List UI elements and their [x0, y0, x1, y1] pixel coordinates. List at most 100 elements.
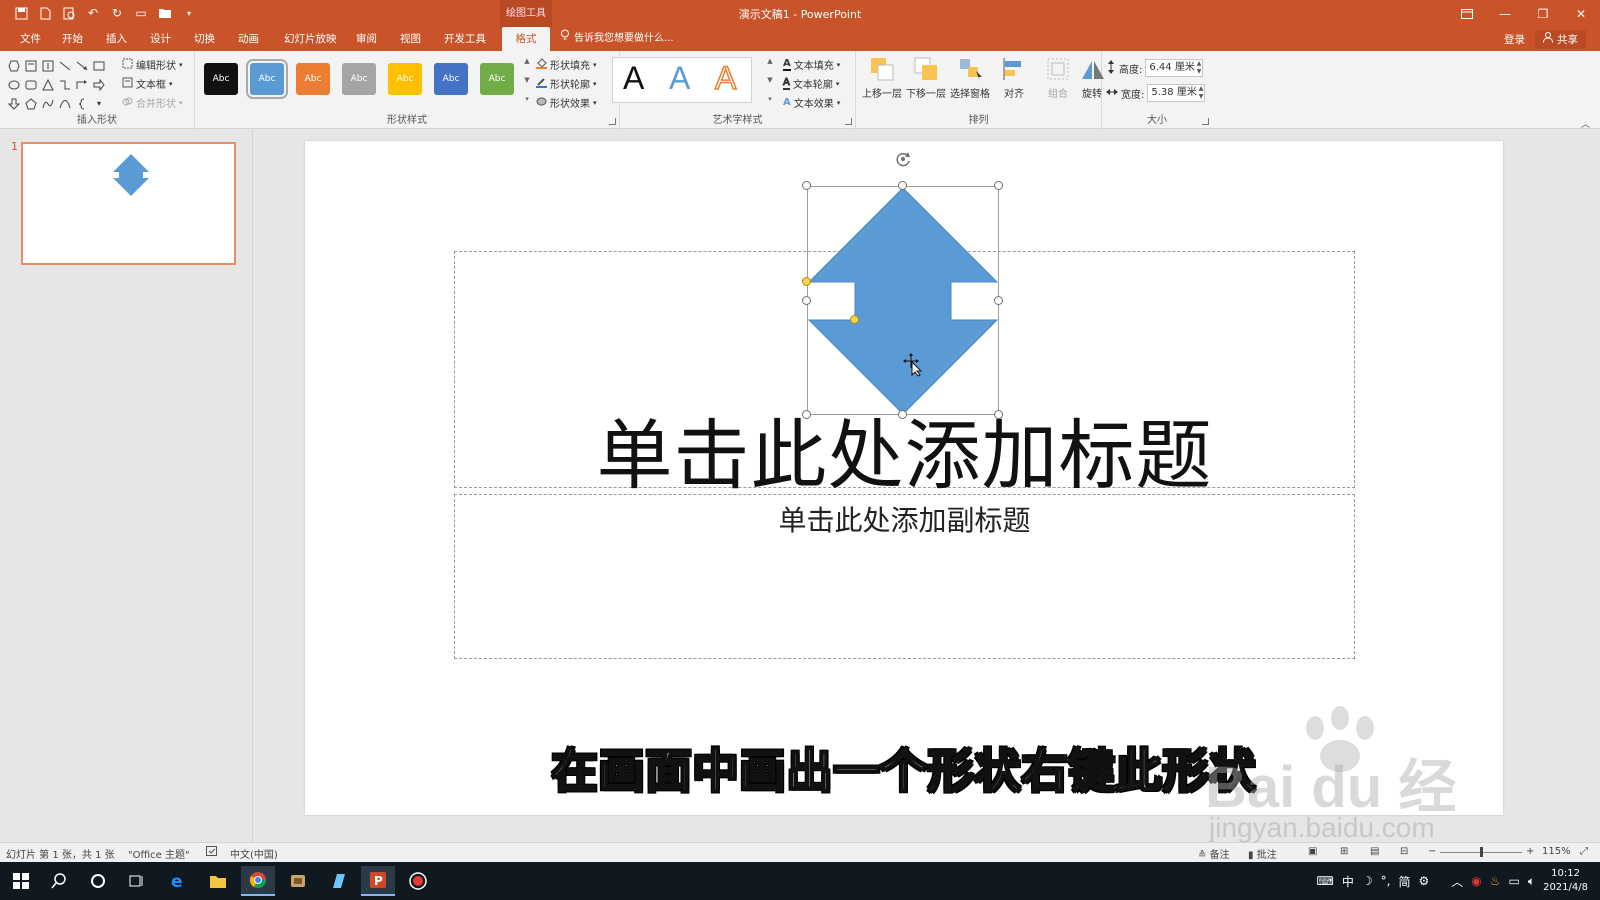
- record-icon[interactable]: ◉: [1471, 874, 1481, 888]
- resize-handle-top-right[interactable]: [994, 181, 1003, 190]
- chevron-up-icon[interactable]: ▲: [524, 57, 529, 65]
- shape-textbox-icon[interactable]: [23, 57, 39, 74]
- send-backward-button[interactable]: 下移一层: [904, 55, 948, 100]
- chevron-up-icon[interactable]: ︿: [1451, 873, 1463, 890]
- normal-view-icon[interactable]: ▣: [1308, 846, 1317, 857]
- gallery-more-icon[interactable]: ▾: [768, 95, 772, 103]
- task-view-icon[interactable]: [120, 866, 154, 896]
- start-slideshow-icon[interactable]: ▭: [132, 4, 150, 22]
- shape-vertical-textbox-icon[interactable]: [40, 57, 56, 74]
- shape-style-thumb[interactable]: Abc: [480, 63, 514, 95]
- shape-elbow-arrow-icon[interactable]: [74, 76, 90, 93]
- resize-handle-right[interactable]: [994, 296, 1003, 305]
- text-effects-button[interactable]: A 文本效果 ▾: [783, 95, 840, 110]
- text-outline-button[interactable]: A 文本轮廓 ▾: [783, 76, 840, 92]
- zoom-slider-thumb[interactable]: [1480, 847, 1483, 857]
- punctuation-icon[interactable]: °,: [1381, 874, 1391, 888]
- shape-brace-icon[interactable]: [74, 95, 90, 112]
- shape-rectangle-icon[interactable]: [91, 57, 107, 74]
- ime-mode-indicator[interactable]: 中: [1342, 873, 1354, 890]
- close-icon[interactable]: ✕: [1562, 0, 1600, 27]
- width-input[interactable]: 5.38 厘米 ▲ ▼: [1147, 84, 1206, 102]
- shape-line-icon[interactable]: [57, 57, 73, 74]
- zoom-out-icon[interactable]: −: [1428, 846, 1436, 857]
- redo-icon[interactable]: ↻: [108, 4, 126, 22]
- shape-style-thumb[interactable]: Abc: [388, 63, 422, 95]
- shape-style-thumb[interactable]: Abc: [342, 63, 376, 95]
- edge-browser-icon[interactable]: e: [161, 866, 195, 896]
- shape-arrow-line-icon[interactable]: [74, 57, 90, 74]
- tab-home[interactable]: 开始: [56, 27, 89, 51]
- undo-icon[interactable]: ↶: [84, 4, 102, 22]
- tab-file[interactable]: 文件: [14, 27, 47, 51]
- resize-handle-left[interactable]: [802, 296, 811, 305]
- wordart-sample-blue[interactable]: A: [669, 60, 690, 97]
- tab-format[interactable]: 格式: [502, 27, 550, 51]
- shape-style-thumb[interactable]: Abc: [204, 63, 238, 95]
- slide-sorter-view-icon[interactable]: ⊞: [1340, 846, 1348, 857]
- reading-view-icon[interactable]: ▤: [1370, 846, 1379, 857]
- edit-shape-button[interactable]: 编辑形状 ▾: [122, 57, 183, 72]
- shape-outline-button[interactable]: 形状轮廓 ▾: [536, 76, 597, 91]
- volume-icon[interactable]: 🔈︎: [1528, 874, 1535, 889]
- tab-transitions[interactable]: 切换: [188, 27, 221, 51]
- shape-freeform-icon[interactable]: [40, 95, 56, 112]
- shape-oval-icon[interactable]: [6, 76, 22, 93]
- resize-handle-top[interactable]: [898, 181, 907, 190]
- shape-effects-button[interactable]: 形状效果 ▾: [536, 95, 597, 110]
- adjust-handle[interactable]: [802, 277, 811, 286]
- language-status[interactable]: 中文(中国): [230, 846, 278, 861]
- network-icon[interactable]: ▭: [1509, 874, 1520, 888]
- chrome-icon[interactable]: [241, 866, 275, 896]
- open-folder-icon[interactable]: [156, 4, 174, 22]
- shape-right-arrow-icon[interactable]: [91, 76, 107, 93]
- wordart-sample-black[interactable]: A: [623, 60, 644, 97]
- print-preview-icon[interactable]: [60, 4, 78, 22]
- tab-design[interactable]: 设计: [144, 27, 177, 51]
- app-tray-icon[interactable]: ♨: [1490, 874, 1501, 888]
- keyboard-icon[interactable]: ⌨: [1317, 874, 1334, 888]
- ribbon-display-options-icon[interactable]: [1448, 0, 1486, 27]
- spellcheck-icon[interactable]: [206, 846, 218, 860]
- chevron-down-icon[interactable]: ▼: [524, 76, 529, 84]
- search-icon[interactable]: [42, 866, 76, 896]
- shape-triangle-icon[interactable]: [40, 76, 56, 93]
- chevron-up-icon[interactable]: ▲: [767, 57, 772, 65]
- shape-rounded-rectangle-icon[interactable]: [23, 76, 39, 93]
- bring-forward-button[interactable]: 上移一层: [860, 55, 904, 100]
- shape-hexagon-icon[interactable]: [6, 57, 22, 74]
- shape-curve-icon[interactable]: [57, 95, 73, 112]
- notes-button[interactable]: ≙ 备注: [1198, 846, 1230, 861]
- minimize-icon[interactable]: —: [1486, 0, 1524, 27]
- slide-count-status[interactable]: 幻灯片 第 1 张，共 1 张: [6, 846, 115, 861]
- gallery-more-icon[interactable]: ▾: [525, 95, 529, 103]
- size-dialog-launcher[interactable]: [1202, 118, 1209, 125]
- text-fill-button[interactable]: A 文本填充 ▾: [783, 57, 840, 72]
- slide-thumbnail[interactable]: [21, 142, 236, 265]
- selection-pane-button[interactable]: 选择窗格: [948, 55, 992, 100]
- collapse-ribbon-icon[interactable]: ︿: [1581, 117, 1590, 130]
- tab-view[interactable]: 视图: [394, 27, 427, 51]
- tab-developer[interactable]: 开发工具: [438, 27, 492, 51]
- shape-fill-button[interactable]: 形状填充 ▾: [536, 57, 597, 72]
- archive-app-icon[interactable]: [281, 866, 315, 896]
- restore-icon[interactable]: ❐: [1524, 0, 1562, 27]
- powerpoint-app-icon[interactable]: P: [361, 866, 395, 896]
- adjust-handle[interactable]: [850, 315, 859, 324]
- subtitle-placeholder[interactable]: 单击此处添加副标题: [454, 494, 1355, 659]
- slide-canvas[interactable]: 单击此处添加标题 单击此处添加副标题 在画面中画出一个形状右键此形状: [305, 141, 1503, 815]
- resize-handle-bottom[interactable]: [898, 410, 907, 419]
- screen-recorder-icon[interactable]: [401, 866, 435, 896]
- save-icon[interactable]: [12, 4, 30, 22]
- tab-slideshow[interactable]: 幻灯片放映: [278, 27, 343, 51]
- zoom-slider[interactable]: [1440, 847, 1522, 857]
- shape-elbow-connector-icon[interactable]: [57, 76, 73, 93]
- shape-pentagon-icon[interactable]: [23, 95, 39, 112]
- login-link[interactable]: 登录: [1504, 32, 1525, 47]
- comments-button[interactable]: ▮ 批注: [1248, 846, 1277, 861]
- moon-icon[interactable]: ☽: [1362, 874, 1373, 888]
- windows-start-icon[interactable]: [4, 866, 38, 896]
- ime-script-indicator[interactable]: 简: [1398, 873, 1410, 890]
- share-button[interactable]: 共享: [1535, 29, 1586, 49]
- shape-style-thumb[interactable]: Abc: [434, 63, 468, 95]
